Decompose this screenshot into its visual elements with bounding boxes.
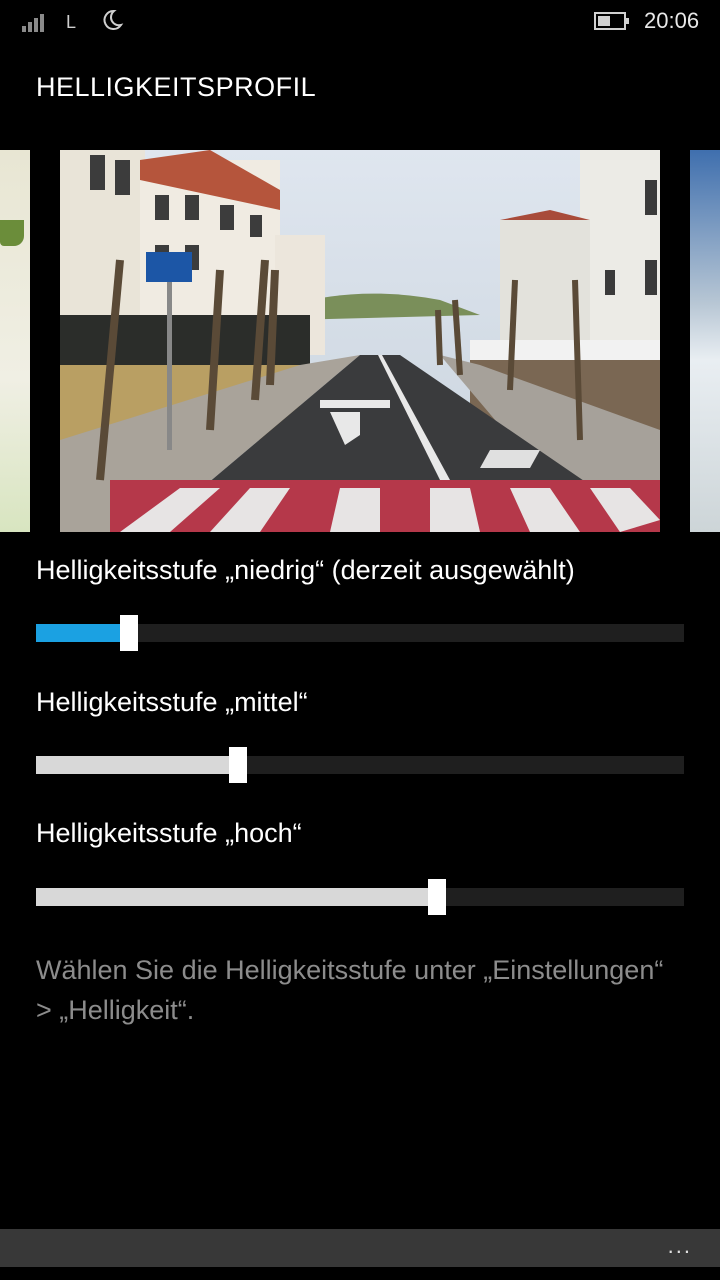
brightness-low-slider[interactable]	[36, 615, 684, 651]
brightness-medium-slider[interactable]	[36, 747, 684, 783]
slider-thumb[interactable]	[119, 615, 138, 651]
app-bar: ...	[0, 1229, 720, 1267]
network-type-text: L	[66, 12, 77, 32]
slider-medium-label: Helligkeitsstufe „mittel“	[36, 687, 308, 717]
slider-thumb[interactable]	[428, 879, 447, 915]
slider-high-label: Helligkeitsstufe „hoch“	[36, 818, 302, 848]
moon-icon	[103, 9, 124, 30]
slider-low-label: Helligkeitsstufe „niedrig“ (derzeit ausg…	[36, 555, 575, 585]
carousel-image-current[interactable]	[60, 150, 660, 532]
page-title: HELLIGKEITSPROFIL	[36, 72, 317, 102]
slider-fill	[36, 756, 239, 774]
brightness-high-slider[interactable]	[36, 879, 684, 915]
street-photo	[60, 150, 660, 532]
carousel-image-previous[interactable]	[0, 150, 30, 532]
slider-fill	[36, 624, 129, 642]
signal-bars-icon	[22, 12, 48, 32]
clock: 20:06	[644, 8, 700, 33]
slider-fill	[36, 888, 438, 906]
brightness-hint-text: Wählen Sie die Helligkeitsstufe unter „E…	[36, 955, 664, 1025]
slider-thumb[interactable]	[229, 747, 248, 783]
more-options-button[interactable]: ...	[668, 1233, 692, 1259]
status-bar: L 20:06	[0, 0, 720, 44]
carousel-image-next[interactable]	[690, 150, 720, 532]
battery-icon	[594, 12, 629, 30]
